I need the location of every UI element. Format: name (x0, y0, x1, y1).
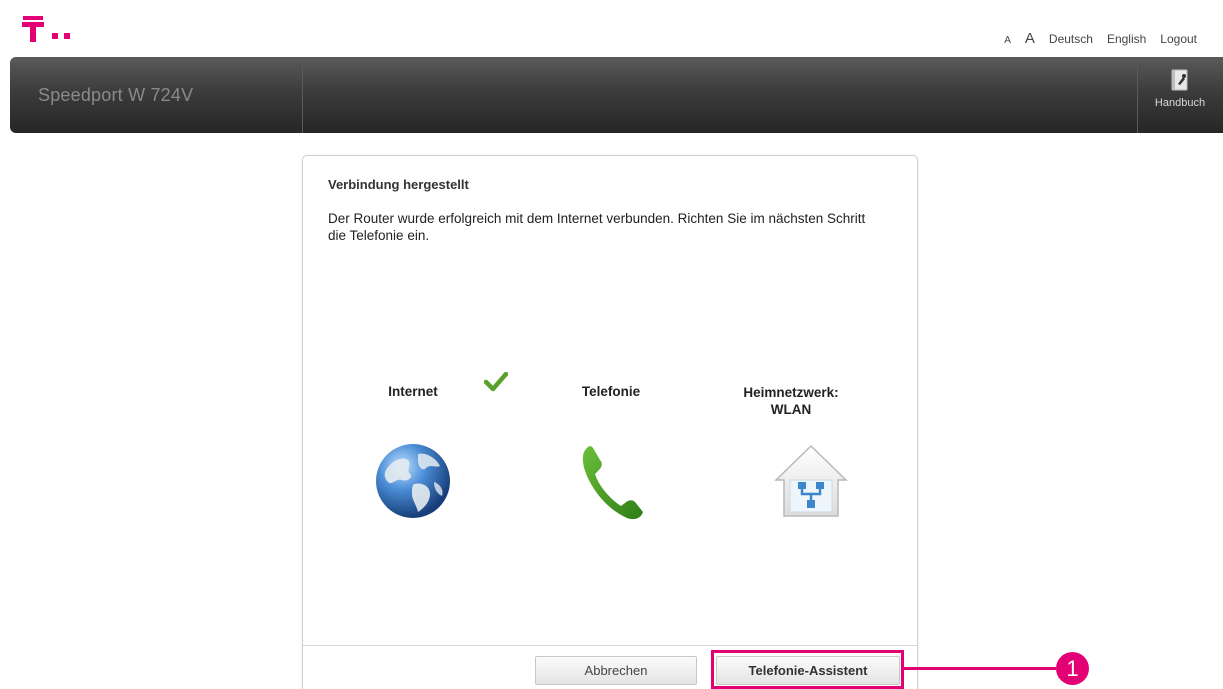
device-title: Speedport W 724V (38, 85, 194, 105)
logo-dot (64, 33, 70, 39)
checkmark-icon (484, 372, 508, 392)
top-navigation: A A Deutsch English Logout (1004, 30, 1197, 47)
globe-icon (376, 444, 450, 518)
language-deutsch-link[interactable]: Deutsch (1049, 32, 1093, 46)
phone-icon (582, 446, 643, 520)
header-divider (1137, 57, 1138, 133)
handbuch-button[interactable]: Handbuch (1143, 69, 1217, 109)
font-size-small-link[interactable]: A (1004, 35, 1011, 46)
font-size-large-link[interactable]: A (1025, 30, 1035, 47)
telekom-t-icon (22, 16, 44, 42)
manual-icon (1171, 69, 1188, 91)
step-heimnetzwerk-label: Heimnetzwerk: WLAN (731, 384, 851, 418)
wizard-panel: Verbindung hergestellt Der Router wurde … (302, 155, 918, 689)
step-telefonie-label: Telefonie (581, 384, 641, 399)
logout-link[interactable]: Logout (1160, 32, 1197, 46)
language-english-link[interactable]: English (1107, 32, 1146, 46)
callout-connector-line (904, 667, 1056, 670)
step-internet-label: Internet (388, 384, 438, 399)
telekom-logo (22, 16, 70, 42)
header-divider (302, 57, 303, 133)
footer-divider (303, 645, 917, 646)
step-heimnetzwerk-label-line1: Heimnetzwerk: (743, 385, 839, 400)
logo-dot (52, 33, 58, 39)
handbuch-label: Handbuch (1154, 97, 1206, 109)
callout-highlight-box (711, 650, 904, 689)
callout-number-badge: 1 (1056, 652, 1089, 685)
header-bar: Speedport W 724V Handbuch (10, 57, 1223, 133)
cancel-button[interactable]: Abbrechen (535, 656, 697, 685)
home-network-icon (774, 444, 848, 517)
panel-title: Verbindung hergestellt (328, 177, 469, 192)
step-heimnetzwerk-label-line2: WLAN (770, 402, 812, 417)
panel-description: Der Router wurde erfolgreich mit dem Int… (328, 211, 866, 243)
